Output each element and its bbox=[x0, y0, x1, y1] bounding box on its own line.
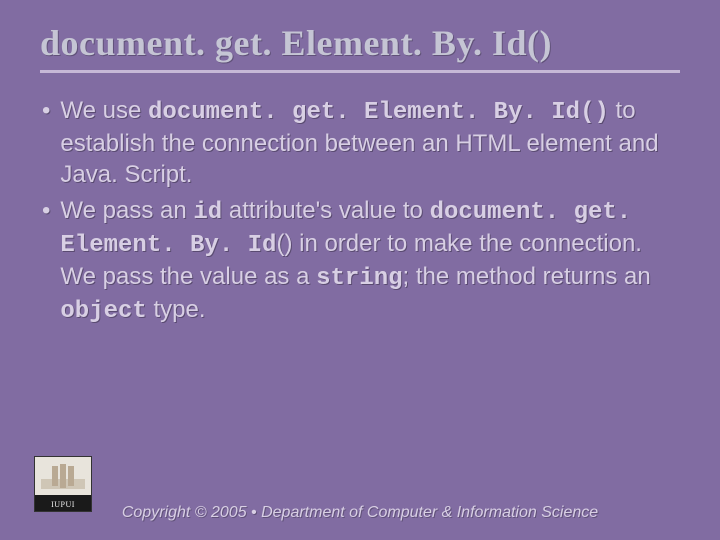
code-run: string bbox=[316, 265, 402, 292]
bullet-item: • We use document. get. Element. By. Id(… bbox=[40, 95, 680, 191]
copyright-footer: Copyright © 2005 • Department of Compute… bbox=[0, 504, 720, 522]
building-icon bbox=[41, 463, 85, 489]
text-run: attribute's value to bbox=[222, 197, 429, 224]
text-run: We use bbox=[60, 97, 148, 124]
code-run: object bbox=[60, 298, 146, 325]
bullet-dot-icon: • bbox=[42, 195, 50, 328]
bullet-item: • We pass an id attribute's value to doc… bbox=[40, 195, 680, 328]
bullet-dot-icon: • bbox=[42, 95, 50, 191]
slide-body: • We use document. get. Element. By. Id(… bbox=[40, 95, 680, 327]
text-run: type. bbox=[147, 296, 206, 323]
code-run: document. get. Element. By. Id() bbox=[148, 99, 609, 126]
code-run: id bbox=[193, 199, 222, 226]
text-run: ; the method returns an bbox=[403, 263, 651, 290]
slide: document. get. Element. By. Id() • We us… bbox=[0, 0, 720, 540]
slide-title: document. get. Element. By. Id() bbox=[40, 22, 680, 73]
bullet-text: We pass an id attribute's value to docum… bbox=[60, 195, 680, 328]
bullet-text: We use document. get. Element. By. Id() … bbox=[60, 95, 680, 191]
text-run: We pass an bbox=[60, 197, 193, 224]
